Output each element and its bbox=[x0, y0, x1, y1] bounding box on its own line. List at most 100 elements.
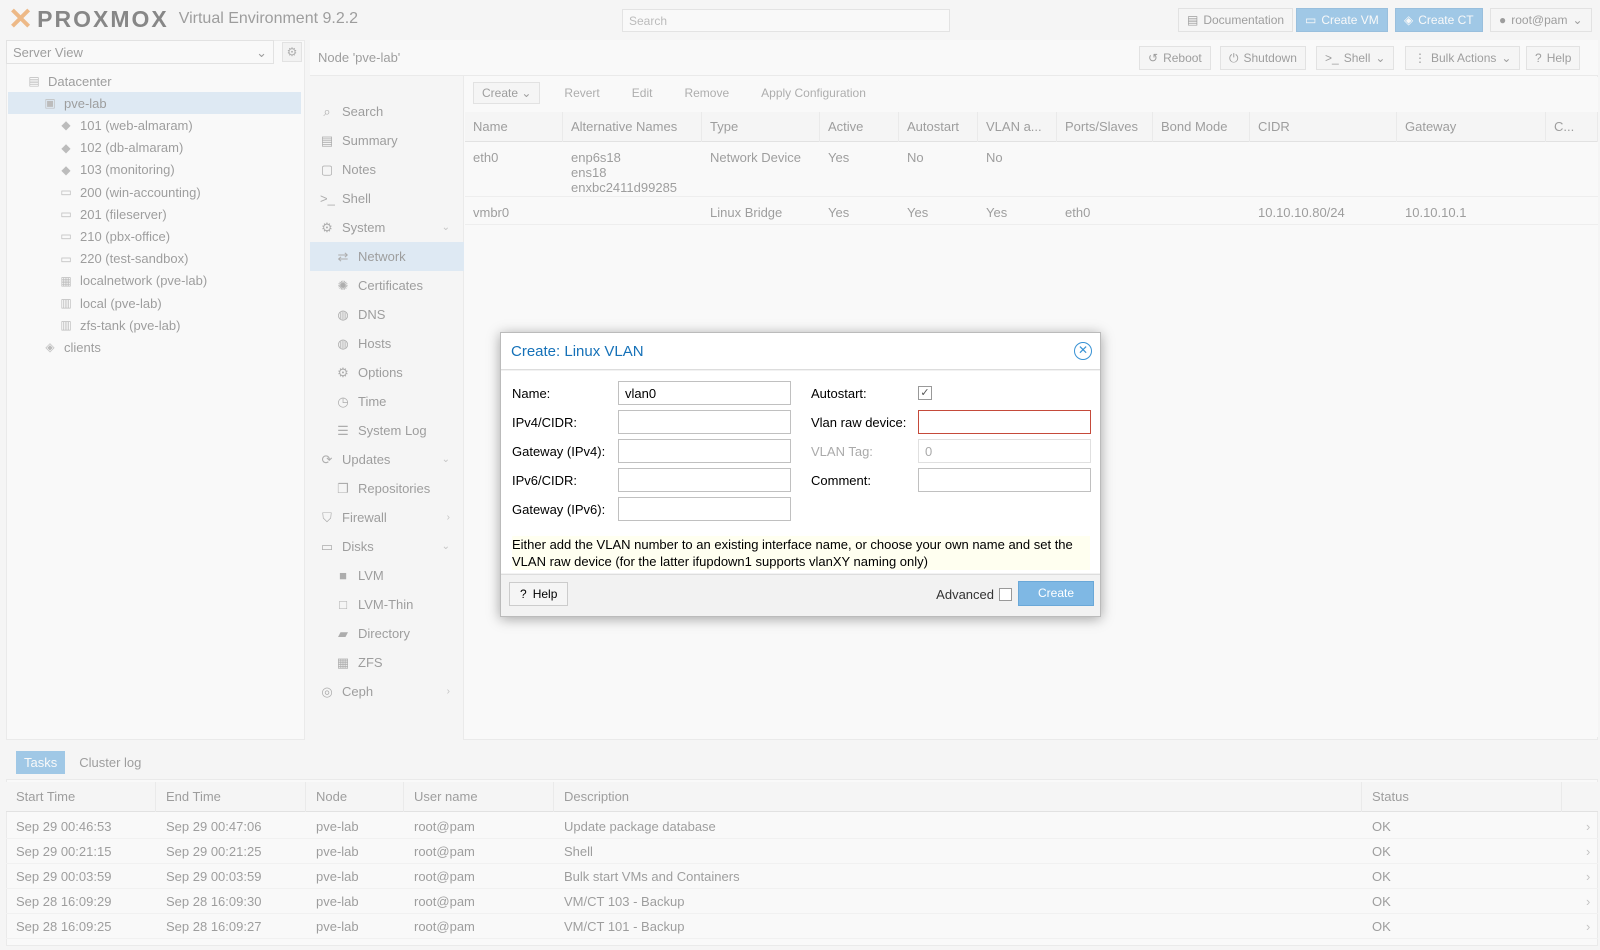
nav-item-notes[interactable]: ▢ Notes bbox=[310, 155, 464, 184]
tree-item-label: 102 (db-almaram) bbox=[80, 140, 184, 156]
task-row[interactable]: Sep 29 00:03:59 Sep 29 00:03:59 pve-lab roo… bbox=[6, 864, 1598, 889]
network-column-header[interactable]: Alternative Names bbox=[563, 112, 702, 142]
edit-button[interactable]: Edit bbox=[624, 83, 661, 103]
shell-button[interactable]: >_ Shell ⌄ bbox=[1316, 46, 1395, 70]
nav-item-firewall[interactable]: ⛉ Firewall › bbox=[310, 503, 464, 532]
network-column-header[interactable]: CIDR bbox=[1250, 112, 1397, 142]
advanced-checkbox[interactable] bbox=[999, 588, 1012, 601]
tree-item[interactable]: ▥ zfs-tank (pve-lab) bbox=[58, 314, 180, 336]
nav-item-system[interactable]: ⚙ System ⌄ bbox=[310, 213, 464, 242]
tree-item[interactable]: ▭ 210 (pbx-office) bbox=[58, 225, 170, 247]
server-view-select[interactable]: Server View ⌄ bbox=[6, 40, 274, 64]
shutdown-button[interactable]: ⏻ Shutdown bbox=[1220, 46, 1306, 70]
dialog-help-button[interactable]: ? Help bbox=[509, 582, 569, 606]
task-row[interactable]: Sep 28 16:09:25 Sep 28 16:09:27 pve-lab roo… bbox=[6, 914, 1598, 939]
network-column-header[interactable]: Autostart bbox=[899, 112, 978, 142]
nav-item-time[interactable]: ◷ Time bbox=[310, 387, 464, 416]
ipv6-cidr-input[interactable] bbox=[618, 468, 791, 492]
task-row[interactable]: Sep 29 00:46:53 Sep 29 00:47:06 pve-lab roo… bbox=[6, 814, 1598, 839]
network-column-header[interactable]: Type bbox=[702, 112, 820, 142]
network-cell: enp6s18 bbox=[571, 150, 621, 165]
create-ct-button[interactable]: ◈ Create CT bbox=[1395, 8, 1483, 32]
network-column-header[interactable]: Bond Mode bbox=[1153, 112, 1250, 142]
nav-item-dns[interactable]: ◍ DNS bbox=[310, 300, 464, 329]
nav-item-zfs[interactable]: ▦ ZFS bbox=[310, 648, 464, 677]
nav-item-options[interactable]: ⚙ Options bbox=[310, 358, 464, 387]
user-menu-button[interactable]: ● root@pam ⌄ bbox=[1490, 8, 1592, 32]
nav-item-disks[interactable]: ▭ Disks ⌄ bbox=[310, 532, 464, 561]
comment-input[interactable] bbox=[918, 468, 1091, 492]
task-column-header[interactable]: Start Time bbox=[6, 782, 156, 812]
tab-tasks[interactable]: Tasks bbox=[16, 751, 66, 774]
close-icon[interactable]: ✕ bbox=[1074, 342, 1092, 360]
ipv4-cidr-input[interactable] bbox=[618, 410, 791, 434]
task-cell: Sep 29 00:03:59 bbox=[166, 869, 262, 884]
bulk-actions-button[interactable]: ⋮ Bulk Actions ⌄ bbox=[1405, 46, 1521, 70]
nav-item-search[interactable]: ⌕ Search bbox=[310, 97, 464, 126]
gateway-ipv6-input[interactable] bbox=[618, 497, 791, 521]
tree-item[interactable]: ▭ 200 (win-accounting) bbox=[58, 181, 200, 203]
reboot-button[interactable]: ↺ Reboot bbox=[1139, 46, 1211, 70]
task-column-header[interactable]: User name bbox=[404, 782, 554, 812]
tree-item[interactable]: ▭ 201 (fileserver) bbox=[58, 203, 166, 225]
network-column-header[interactable]: Active bbox=[820, 112, 899, 142]
nav-item-lvm[interactable]: ■ LVM bbox=[310, 561, 464, 590]
dialog-create-button[interactable]: Create bbox=[1018, 581, 1094, 606]
nav-item-directory[interactable]: ▰ Directory bbox=[310, 619, 464, 648]
tree-item[interactable]: ◆ 103 (monitoring) bbox=[58, 159, 174, 181]
task-column-header[interactable]: Description bbox=[554, 782, 1362, 812]
task-row[interactable]: Sep 28 16:09:29 Sep 28 16:09:30 pve-lab roo… bbox=[6, 889, 1598, 914]
create-vm-button[interactable]: ▭ Create VM bbox=[1296, 8, 1388, 32]
undo-icon: ↺ bbox=[1148, 51, 1159, 65]
autostart-checkbox[interactable]: ✓ bbox=[918, 386, 932, 400]
network-column-header[interactable]: Ports/Slaves bbox=[1057, 112, 1153, 142]
network-cell: No bbox=[907, 150, 924, 165]
tree-item[interactable]: ▦ localnetwork (pve-lab) bbox=[58, 270, 207, 292]
task-column-header[interactable]: Status bbox=[1362, 782, 1562, 812]
nav-item-ceph[interactable]: ◎ Ceph › bbox=[310, 677, 464, 706]
network-column-header[interactable]: VLAN a... bbox=[978, 112, 1057, 142]
network-column-header[interactable]: Name bbox=[465, 112, 563, 142]
nav-item-system-log[interactable]: ☰ System Log bbox=[310, 416, 464, 445]
revert-button[interactable]: Revert bbox=[556, 83, 607, 103]
network-table-row[interactable]: eth0 enp6s18 ens18 enxbc2411d99285 Network D… bbox=[465, 142, 1598, 197]
tree-item[interactable]: ◈ clients bbox=[42, 336, 100, 358]
task-column-header[interactable]: End Time bbox=[156, 782, 306, 812]
apply-configuration-button[interactable]: Apply Configuration bbox=[753, 83, 874, 103]
chevron-right-icon[interactable]: › bbox=[1576, 864, 1590, 889]
search-input[interactable] bbox=[622, 9, 950, 32]
tree-item[interactable]: ◆ 101 (web-almaram) bbox=[58, 114, 192, 136]
tree-item[interactable]: ▭ 220 (test-sandbox) bbox=[58, 248, 188, 270]
chevron-right-icon[interactable]: › bbox=[1576, 814, 1590, 839]
network-table-row[interactable]: vmbr0 Linux Bridge Yes Yes Yes eth0 10.10.10.8… bbox=[465, 197, 1598, 225]
task-column-header[interactable]: Node bbox=[306, 782, 404, 812]
nav-item-summary[interactable]: ▤ Summary bbox=[310, 126, 464, 155]
gear-icon[interactable]: ⚙ bbox=[282, 42, 302, 62]
name-input[interactable] bbox=[618, 381, 791, 405]
chevron-right-icon[interactable]: › bbox=[1576, 839, 1590, 864]
question-icon: ? bbox=[1535, 51, 1542, 65]
nav-item-hosts[interactable]: ◍ Hosts bbox=[310, 329, 464, 358]
nav-item-lvm-thin[interactable]: □ LVM-Thin bbox=[310, 590, 464, 619]
remove-button[interactable]: Remove bbox=[676, 83, 737, 103]
tab-cluster-log[interactable]: Cluster log bbox=[71, 751, 149, 774]
documentation-button[interactable]: ▤ Documentation bbox=[1178, 8, 1294, 32]
nav-item-shell[interactable]: >_ Shell bbox=[310, 184, 464, 213]
chevron-right-icon[interactable]: › bbox=[1576, 914, 1590, 939]
vlan-raw-device-input[interactable] bbox=[918, 410, 1091, 434]
chevron-right-icon[interactable]: › bbox=[1576, 889, 1590, 914]
nav-item-repositories[interactable]: ❐ Repositories bbox=[310, 474, 464, 503]
tree-item[interactable]: ▤ Datacenter bbox=[26, 70, 111, 92]
tree-item[interactable]: ▣ pve-lab bbox=[8, 92, 301, 115]
help-button[interactable]: ? Help bbox=[1526, 46, 1581, 70]
network-column-header[interactable]: C... bbox=[1546, 112, 1598, 142]
nav-item-network[interactable]: ⇄ Network bbox=[310, 242, 464, 271]
create-network-button[interactable]: Create ⌄ bbox=[473, 82, 541, 104]
tree-item[interactable]: ▥ local (pve-lab) bbox=[58, 292, 161, 314]
task-row[interactable]: Sep 29 00:21:15 Sep 29 00:21:25 pve-lab roo… bbox=[6, 839, 1598, 864]
tree-item[interactable]: ◆ 102 (db-almaram) bbox=[58, 137, 183, 159]
network-column-header[interactable]: Gateway bbox=[1397, 112, 1546, 142]
gateway-ipv4-input[interactable] bbox=[618, 439, 791, 463]
nav-item-certificates[interactable]: ✺ Certificates bbox=[310, 271, 464, 300]
nav-item-updates[interactable]: ⟳ Updates ⌄ bbox=[310, 445, 464, 474]
